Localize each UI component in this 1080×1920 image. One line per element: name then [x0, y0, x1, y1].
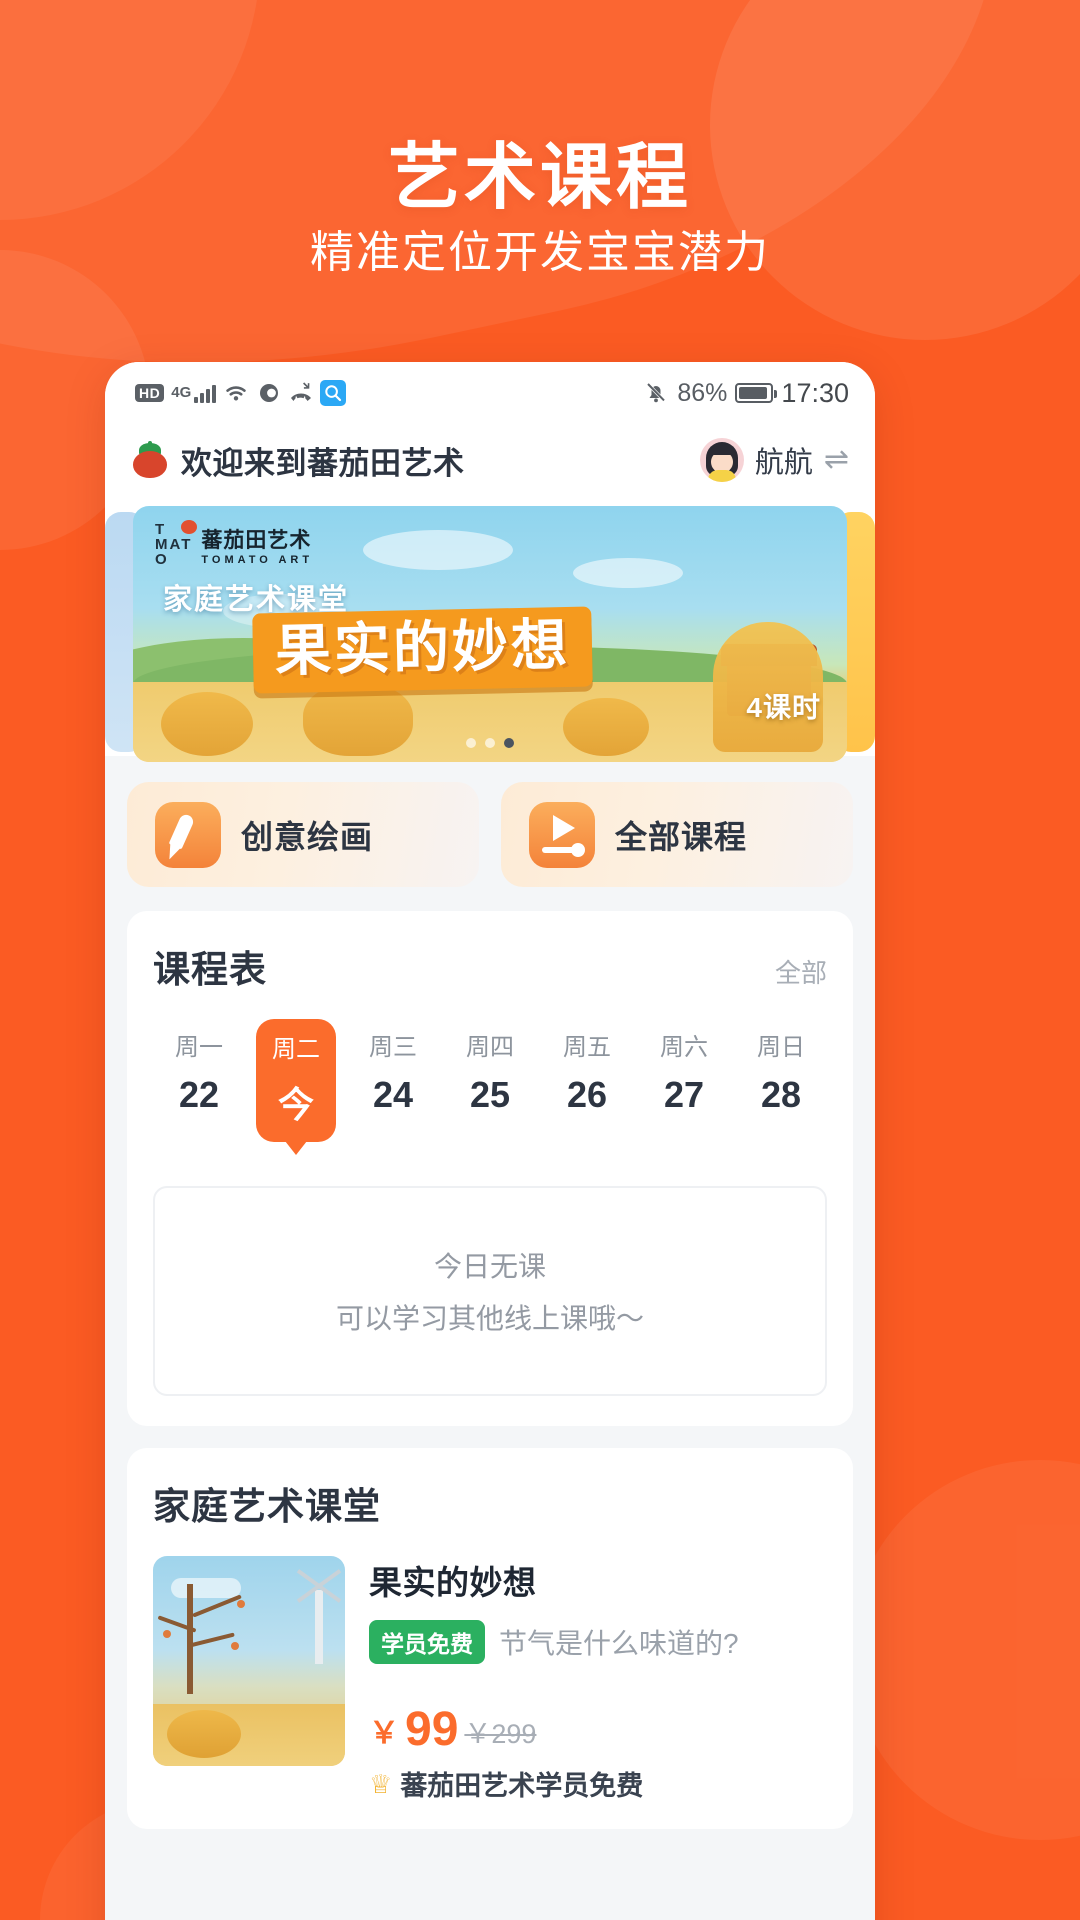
logo-en-label: TOMATO ART [201, 553, 314, 566]
day-weekday: 周四 [466, 1034, 514, 1061]
day-cell-thu[interactable]: 周四 25 [450, 1019, 530, 1142]
empty-subtitle: 可以学习其他线上课哦～ [335, 1303, 644, 1334]
day-cell-sun[interactable]: 周日 28 [741, 1019, 821, 1142]
status-badge: 学员免费 [369, 1620, 485, 1664]
course-vip-note: 蕃茄田艺术学员免费 [400, 1771, 644, 1801]
battery-percent-label: 86% [677, 378, 728, 407]
carousel-dot[interactable] [466, 738, 476, 748]
video-play-icon [529, 801, 595, 868]
app-header: 欢迎来到蕃茄田艺术 航航 ⇌ [105, 424, 875, 496]
course-vip-note-row: ♕ 蕃茄田艺术学员免费 [369, 1764, 827, 1803]
logo-text: 蕃茄田艺术 TOMATO ART [201, 524, 313, 566]
quick-action-label: 全部课程 [615, 818, 748, 855]
clock-label: 17:30 [781, 377, 849, 408]
day-cell-tue-today[interactable]: 周二 今 [256, 1019, 336, 1142]
day-cell-fri[interactable]: 周五 26 [547, 1019, 627, 1142]
course-description: 节气是什么味道的? [499, 1628, 739, 1659]
quick-action-creative-drawing[interactable]: 创意绘画 [127, 782, 479, 887]
brush-icon [155, 801, 221, 868]
promo-subtitle: 精准定位开发宝宝潜力 [310, 228, 770, 277]
day-cell-wed[interactable]: 周三 24 [353, 1019, 433, 1142]
banner-title-plate: 果实的妙想 [252, 606, 593, 694]
day-date: 28 [760, 1074, 802, 1115]
day-weekday: 周一 [175, 1034, 223, 1061]
day-weekday: 周五 [563, 1034, 611, 1061]
family-class-section: 家庭艺术课堂 果实的妙想 学员免费 节气是什么味道的? ￥ 99 ￥299 ♕ … [127, 1448, 853, 1829]
family-class-title: 家庭艺术课堂 [153, 1486, 381, 1527]
carousel-dot-active[interactable] [504, 738, 514, 748]
day-cell-sat[interactable]: 周六 27 [644, 1019, 724, 1142]
search-icon[interactable] [320, 380, 347, 406]
schedule-card: 课程表 全部 周一 22 周二 今 周三 24 周四 25 周五 26 周六 2… [127, 911, 853, 1426]
battery-icon [735, 383, 778, 403]
banner-lessons-label: 4课时 [746, 692, 821, 723]
day-date: 今 [277, 1084, 314, 1125]
hd-icon: HD [135, 384, 165, 402]
status-bar-left: HD 4G [135, 380, 347, 406]
missed-call-icon [291, 382, 312, 401]
app-header-left: 欢迎来到蕃茄田艺术 [131, 438, 465, 483]
course-list-item[interactable]: 果实的妙想 学员免费 节气是什么味道的? ￥ 99 ￥299 ♕ 蕃茄田艺术学员… [153, 1556, 827, 1803]
crown-icon: ♕ [369, 1768, 393, 1799]
welcome-text: 欢迎来到蕃茄田艺术 [181, 445, 465, 481]
currency-symbol: ￥ [369, 1716, 399, 1750]
phone-mockup: HD 4G 86% 17:30 欢迎来到蕃茄田艺术 航航 ⇌ T MAT O 蕃… [105, 362, 875, 1920]
course-price-row: ￥ 99 ￥299 [369, 1706, 827, 1754]
eye-comfort-icon [260, 384, 279, 402]
avatar[interactable] [699, 438, 744, 482]
carousel-dot[interactable] [485, 738, 495, 748]
wifi-icon [226, 386, 246, 401]
day-date: 27 [663, 1074, 705, 1115]
status-bar-right: 86% 17:30 [643, 378, 849, 409]
schedule-title: 课程表 [153, 949, 267, 990]
day-date: 25 [469, 1074, 511, 1115]
day-date: 22 [178, 1074, 220, 1115]
brand-logo: T MAT O 蕃茄田艺术 TOMATO ART [155, 520, 313, 567]
switch-user-icon[interactable]: ⇌ [824, 445, 849, 475]
course-thumbnail[interactable] [153, 1556, 345, 1766]
tomato-icon [131, 441, 169, 479]
course-original-price: ￥299 [464, 1718, 537, 1749]
user-name-label: 航航 [754, 447, 813, 479]
signal-bars-icon [194, 383, 217, 403]
banner-carousel[interactable]: T MAT O 蕃茄田艺术 TOMATO ART 家庭艺术课堂 果实的妙想 4课… [105, 496, 875, 762]
schedule-more-link[interactable]: 全部 [775, 953, 827, 990]
status-bar: HD 4G 86% 17:30 [105, 362, 875, 424]
day-weekday: 周六 [660, 1034, 708, 1061]
course-price: 99 [405, 1703, 459, 1756]
carousel-dots[interactable] [466, 738, 514, 748]
quick-action-label: 创意绘画 [241, 818, 374, 855]
promo-title: 艺术课程 [387, 138, 692, 218]
carousel-active-slide[interactable]: T MAT O 蕃茄田艺术 TOMATO ART 家庭艺术课堂 果实的妙想 4课… [133, 506, 847, 762]
day-date: 26 [566, 1074, 608, 1115]
week-selector[interactable]: 周一 22 周二 今 周三 24 周四 25 周五 26 周六 27 周日 28 [153, 1019, 827, 1142]
decorative-circle [850, 1460, 1080, 1840]
schedule-header: 课程表 全部 [153, 939, 827, 993]
user-switcher[interactable]: 航航 ⇌ [699, 438, 849, 482]
banner-title: 果实的妙想 [274, 612, 571, 683]
logo-mark-icon: T MAT O [155, 520, 197, 567]
day-date: 24 [372, 1074, 414, 1115]
empty-title: 今日无课 [433, 1251, 546, 1282]
network-type-label: 4G [171, 384, 192, 401]
mute-bell-icon [646, 382, 667, 403]
course-info: 果实的妙想 学员免费 节气是什么味道的? ￥ 99 ￥299 ♕ 蕃茄田艺术学员… [369, 1556, 827, 1803]
course-name: 果实的妙想 [369, 1564, 537, 1601]
day-cell-mon[interactable]: 周一 22 [159, 1019, 239, 1142]
course-meta-row: 学员免费 节气是什么味道的? [369, 1620, 827, 1664]
day-weekday: 周二 [272, 1036, 320, 1063]
schedule-empty-state: 今日无课 可以学习其他线上课哦～ [153, 1186, 827, 1396]
quick-action-all-courses[interactable]: 全部课程 [501, 782, 853, 887]
logo-cn-label: 蕃茄田艺术 [201, 528, 312, 552]
day-weekday: 周三 [369, 1034, 417, 1061]
quick-actions: 创意绘画 全部课程 [105, 756, 875, 911]
day-weekday: 周日 [757, 1034, 805, 1061]
